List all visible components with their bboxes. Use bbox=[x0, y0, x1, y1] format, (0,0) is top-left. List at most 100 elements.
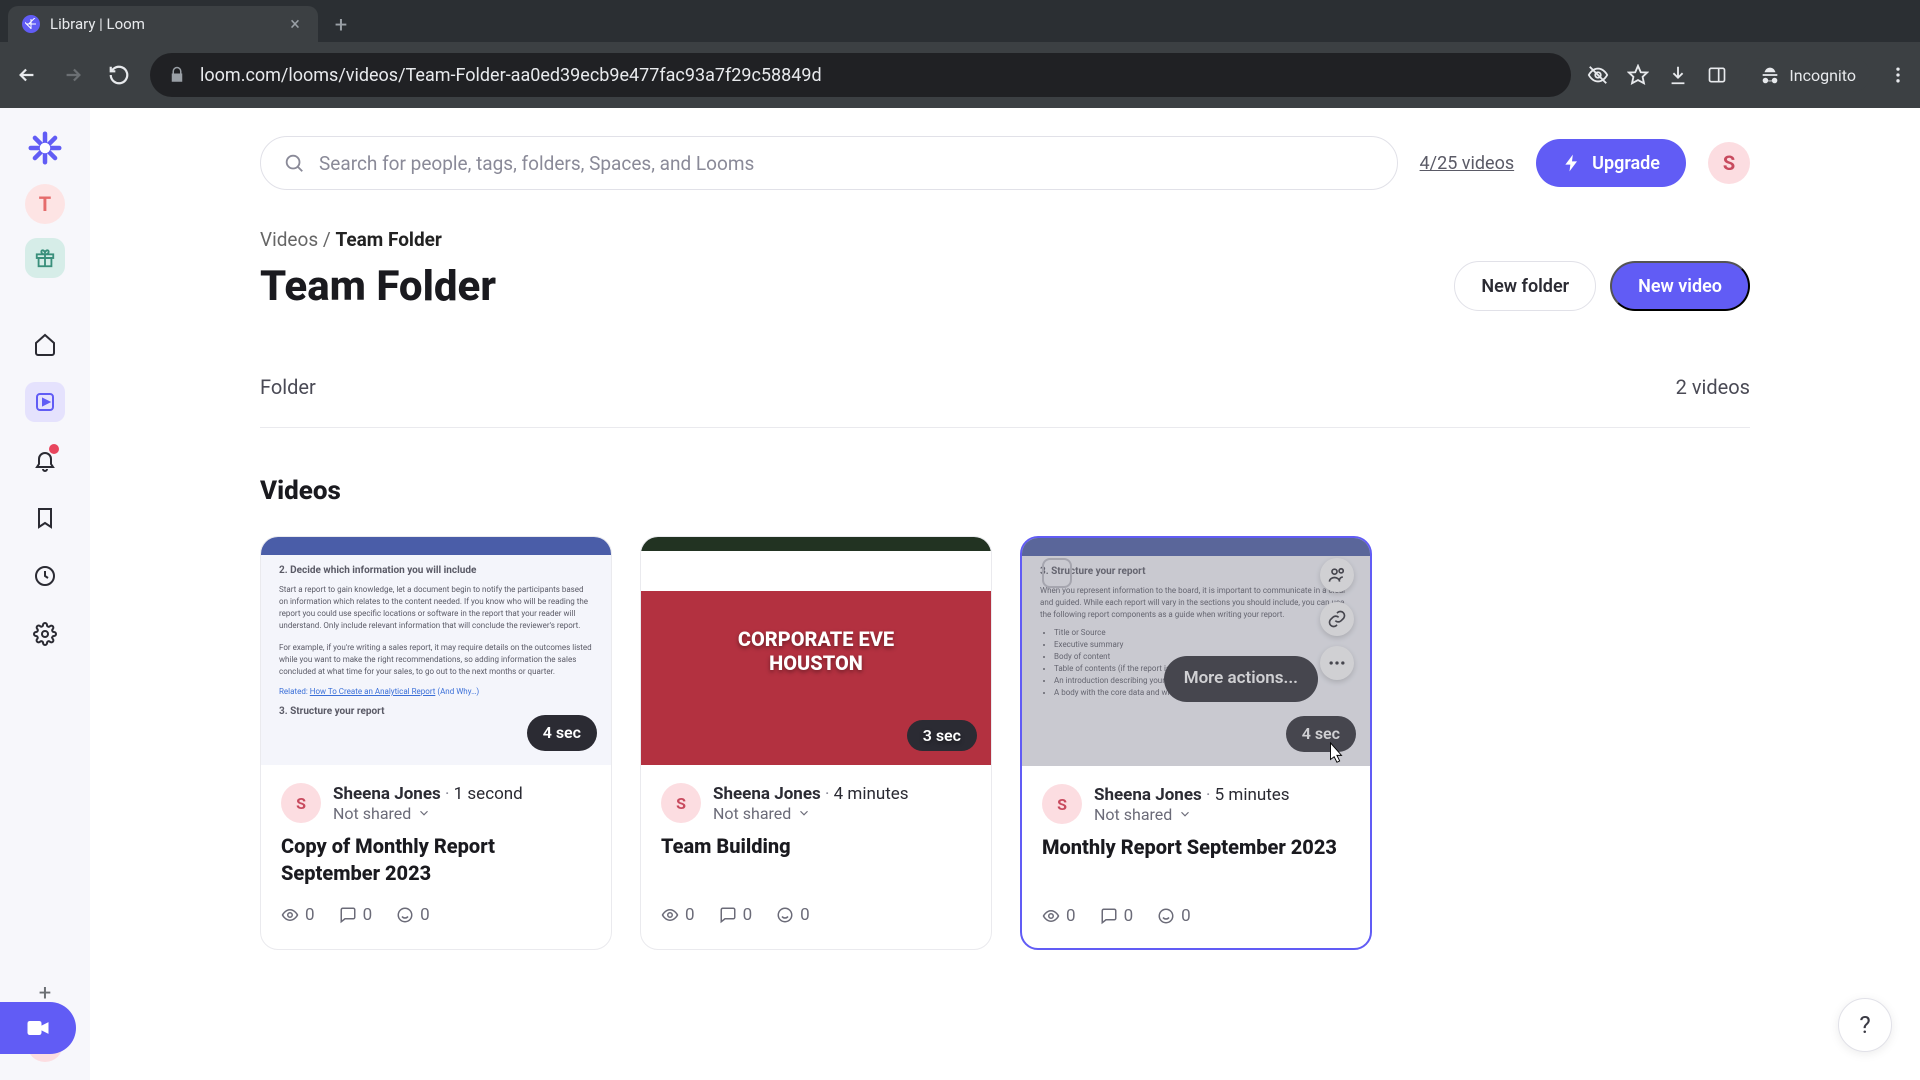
author-name: Sheena Jones bbox=[333, 784, 441, 804]
breadcrumb: Videos / Team Folder bbox=[260, 228, 1750, 251]
tab-title: Library | Loom bbox=[50, 15, 145, 33]
gift-button[interactable] bbox=[25, 238, 65, 278]
video-card[interactable]: 2. Decide which information you will inc… bbox=[260, 536, 612, 950]
nav-library[interactable] bbox=[25, 382, 65, 422]
more-actions-button[interactable] bbox=[1320, 646, 1354, 680]
video-grid: 2. Decide which information you will inc… bbox=[260, 536, 1750, 950]
forward-button[interactable] bbox=[58, 60, 88, 90]
author-avatar: S bbox=[281, 783, 321, 823]
author-avatar: S bbox=[1042, 784, 1082, 824]
folder-summary-row[interactable]: Folder 2 videos bbox=[260, 375, 1750, 428]
duration-badge: 4 sec bbox=[527, 715, 597, 751]
video-title[interactable]: Team Building bbox=[661, 833, 971, 887]
video-thumbnail[interactable]: 2. Decide which information you will inc… bbox=[261, 537, 611, 765]
back-button[interactable] bbox=[12, 60, 42, 90]
reactions-stat: 0 bbox=[396, 905, 430, 925]
nav-home[interactable] bbox=[25, 324, 65, 364]
notification-dot bbox=[49, 444, 59, 454]
page-title: Team Folder bbox=[260, 262, 1454, 311]
author-name: Sheena Jones bbox=[1094, 785, 1202, 805]
comments-stat: 0 bbox=[339, 905, 373, 925]
kebab-icon[interactable] bbox=[1888, 65, 1908, 85]
star-icon[interactable] bbox=[1627, 64, 1649, 86]
search-input[interactable]: Search for people, tags, folders, Spaces… bbox=[260, 136, 1398, 190]
chevron-down-icon bbox=[1178, 807, 1192, 821]
eye-icon bbox=[281, 906, 299, 924]
tab-bar: Library | Loom × + bbox=[0, 0, 1920, 42]
share-status[interactable]: Not shared bbox=[333, 804, 523, 823]
browser-chrome: Library | Loom × + loom.com/looms/videos… bbox=[0, 0, 1920, 108]
incognito-label: Incognito bbox=[1789, 66, 1856, 85]
address-bar[interactable]: loom.com/looms/videos/Team-Folder-aa0ed3… bbox=[150, 53, 1571, 97]
nav-settings[interactable] bbox=[25, 614, 65, 654]
select-checkbox[interactable] bbox=[1042, 558, 1072, 588]
bolt-icon bbox=[1562, 153, 1582, 173]
help-button[interactable]: ? bbox=[1838, 998, 1892, 1052]
duration-badge: 3 sec bbox=[907, 720, 977, 751]
search-placeholder: Search for people, tags, folders, Spaces… bbox=[319, 152, 754, 175]
comment-icon bbox=[339, 906, 357, 924]
time-ago: 4 minutes bbox=[834, 784, 909, 804]
loom-favicon bbox=[22, 15, 40, 33]
workspace-avatar[interactable]: T bbox=[25, 184, 65, 224]
nav-bookmarks[interactable] bbox=[25, 498, 65, 538]
share-status[interactable]: Not shared bbox=[1094, 805, 1290, 824]
lock-icon bbox=[168, 66, 186, 84]
chevron-down-icon bbox=[797, 806, 811, 820]
sidebar: T + A bbox=[0, 108, 90, 1080]
author-name: Sheena Jones bbox=[713, 784, 821, 804]
chevron-down-icon bbox=[417, 806, 431, 820]
views-stat: 0 bbox=[661, 905, 695, 925]
video-card[interactable]: CORPORATE EVE HOUSTON 3 sec S Sheena Jon… bbox=[640, 536, 992, 950]
eye-off-icon[interactable] bbox=[1587, 64, 1609, 86]
breadcrumb-root[interactable]: Videos bbox=[260, 228, 318, 251]
nav-history[interactable] bbox=[25, 556, 65, 596]
incognito-badge[interactable]: Incognito bbox=[1745, 58, 1870, 92]
more-actions-tooltip: More actions... bbox=[1164, 656, 1318, 702]
top-bar: Search for people, tags, folders, Spaces… bbox=[260, 108, 1750, 208]
videos-heading: Videos bbox=[260, 476, 1750, 506]
video-quota-link[interactable]: 4/25 videos bbox=[1420, 153, 1515, 174]
video-card[interactable]: 3. Structure your report When you repres… bbox=[1020, 536, 1372, 950]
download-icon[interactable] bbox=[1667, 64, 1689, 86]
address-bar-row: loom.com/looms/videos/Team-Folder-aa0ed3… bbox=[0, 42, 1920, 108]
comments-stat: 0 bbox=[1100, 906, 1134, 926]
panel-icon[interactable] bbox=[1707, 65, 1727, 85]
video-title[interactable]: Monthly Report September 2023 bbox=[1042, 834, 1350, 888]
share-people-button[interactable] bbox=[1320, 558, 1354, 592]
nav-notifications[interactable] bbox=[25, 440, 65, 480]
loom-logo[interactable] bbox=[23, 126, 67, 170]
breadcrumb-current: Team Folder bbox=[335, 228, 441, 251]
incognito-icon bbox=[1759, 64, 1781, 86]
comments-stat: 0 bbox=[719, 905, 753, 925]
time-ago: 1 second bbox=[454, 784, 523, 804]
main-content: Search for people, tags, folders, Spaces… bbox=[90, 108, 1920, 1080]
search-icon bbox=[283, 152, 305, 174]
time-ago: 5 minutes bbox=[1215, 785, 1290, 805]
share-status[interactable]: Not shared bbox=[713, 804, 909, 823]
duration-badge: 4 sec bbox=[1286, 716, 1356, 752]
author-avatar: S bbox=[661, 783, 701, 823]
upgrade-label: Upgrade bbox=[1592, 153, 1660, 174]
new-video-button[interactable]: New video bbox=[1610, 261, 1750, 311]
video-thumbnail[interactable]: CORPORATE EVE HOUSTON 3 sec bbox=[641, 537, 991, 765]
record-button[interactable] bbox=[0, 1002, 76, 1054]
reload-button[interactable] bbox=[104, 60, 134, 90]
new-tab-button[interactable]: + bbox=[324, 8, 358, 42]
views-stat: 0 bbox=[1042, 906, 1076, 926]
reactions-stat: 0 bbox=[776, 905, 810, 925]
smile-icon bbox=[396, 906, 414, 924]
upgrade-button[interactable]: Upgrade bbox=[1536, 139, 1686, 187]
views-stat: 0 bbox=[281, 905, 315, 925]
browser-tab[interactable]: Library | Loom × bbox=[8, 6, 318, 42]
new-folder-button[interactable]: New folder bbox=[1454, 261, 1596, 311]
video-title[interactable]: Copy of Monthly Report September 2023 bbox=[281, 833, 591, 887]
folder-video-count: 2 videos bbox=[1676, 375, 1750, 399]
copy-link-button[interactable] bbox=[1320, 602, 1354, 636]
close-tab-icon[interactable]: × bbox=[286, 15, 304, 33]
reactions-stat: 0 bbox=[1157, 906, 1191, 926]
user-avatar[interactable]: S bbox=[1708, 142, 1750, 184]
video-thumbnail[interactable]: 3. Structure your report When you repres… bbox=[1022, 538, 1370, 766]
folder-label: Folder bbox=[260, 375, 316, 399]
url-text: loom.com/looms/videos/Team-Folder-aa0ed3… bbox=[200, 65, 822, 86]
